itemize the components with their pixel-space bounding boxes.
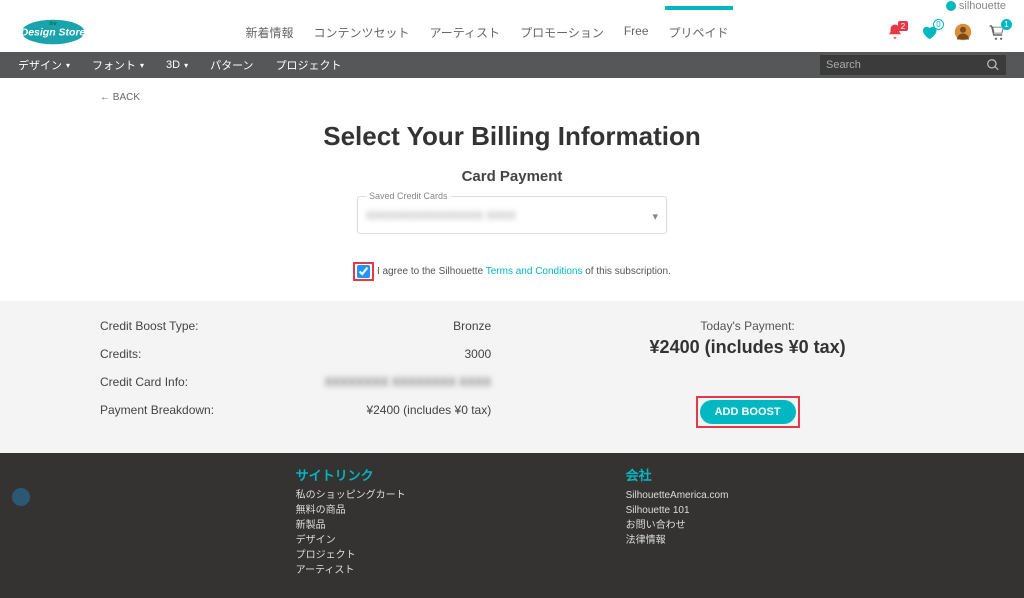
heart-icon[interactable]: 0 bbox=[920, 23, 938, 41]
nav-artist[interactable]: アーティスト bbox=[430, 18, 501, 47]
row-key: Credits: bbox=[100, 347, 280, 361]
row-val: 3000 bbox=[280, 347, 531, 361]
saved-cards-legend: Saved Credit Cards bbox=[366, 191, 451, 201]
brand-dot-icon bbox=[946, 1, 956, 11]
chevron-down-icon: ▾ bbox=[652, 210, 658, 223]
terms-link[interactable]: Terms and Conditions bbox=[486, 266, 583, 277]
nav-new[interactable]: 新着情報 bbox=[245, 18, 293, 47]
search-box[interactable] bbox=[820, 55, 1006, 75]
svg-text:Design Store: Design Store bbox=[21, 27, 86, 39]
heart-badge: 0 bbox=[933, 19, 944, 30]
saved-cards-field[interactable]: Saved Credit Cards XXXXXXXXXXXXXXXX XXXX… bbox=[357, 191, 667, 234]
footer-link[interactable]: デザイン bbox=[296, 533, 406, 548]
page-subtitle: Card Payment bbox=[100, 168, 924, 185]
footer-link[interactable]: SilhouetteAmerica.com bbox=[626, 488, 729, 503]
footer-link[interactable]: アーティスト bbox=[296, 563, 406, 578]
subnav-font[interactable]: フォント▾ bbox=[92, 57, 144, 73]
today-amount: ¥2400 (includes ¥0 tax) bbox=[571, 337, 924, 358]
summary-band: Credit Boost Type:Bronze Credits:3000 Cr… bbox=[0, 301, 1024, 453]
add-boost-highlight: ADD BOOST bbox=[696, 396, 800, 428]
header-icons: 2 0 1 bbox=[886, 23, 1006, 41]
subnav-3d[interactable]: 3D▾ bbox=[166, 59, 188, 71]
add-boost-button[interactable]: ADD BOOST bbox=[700, 400, 796, 424]
back-link[interactable]: ← BACK bbox=[100, 92, 924, 103]
agree-row: I agree to the Silhouette Terms and Cond… bbox=[100, 262, 924, 281]
footer-link[interactable]: お問い合わせ bbox=[626, 518, 729, 533]
footer-link[interactable]: 法律情報 bbox=[626, 533, 729, 548]
avatar-icon[interactable] bbox=[954, 23, 972, 41]
sub-nav: デザイン▾ フォント▾ 3D▾ パターン プロジェクト bbox=[0, 52, 1024, 78]
row-val: Bronze bbox=[280, 319, 531, 333]
cart-icon[interactable]: 1 bbox=[988, 23, 1006, 41]
brand-silhouette[interactable]: silhouette bbox=[946, 0, 1006, 12]
subnav-pattern[interactable]: パターン bbox=[210, 57, 253, 73]
logo-icon: Design Store the bbox=[18, 15, 88, 49]
brand-text: silhouette bbox=[959, 0, 1006, 12]
nav-promotion[interactable]: プロモーション bbox=[520, 18, 604, 47]
footer-link[interactable]: プロジェクト bbox=[296, 548, 406, 563]
agree-checkbox[interactable] bbox=[357, 265, 370, 278]
chevron-down-icon: ▾ bbox=[140, 61, 144, 70]
footer-left-title: サイトリンク bbox=[296, 465, 406, 484]
row-key: Payment Breakdown: bbox=[100, 403, 280, 417]
agree-checkbox-highlight bbox=[353, 262, 374, 281]
logo-design-store[interactable]: Design Store the bbox=[18, 15, 88, 49]
subnav-project[interactable]: プロジェクト bbox=[276, 57, 342, 73]
chevron-down-icon: ▾ bbox=[66, 61, 70, 70]
main-nav: 新着情報 コンテンツセット アーティスト プロモーション Free プリペイド bbox=[112, 18, 862, 47]
bell-badge: 2 bbox=[898, 21, 908, 31]
saved-cards-value: XXXXXXXXXXXXXXXX XXXX bbox=[366, 210, 516, 222]
summary-row: Credit Card Info:XXXXXXXX XXXXXXXX XXXX bbox=[100, 375, 531, 389]
agree-text-prefix: I agree to the Silhouette bbox=[377, 266, 486, 277]
search-input[interactable] bbox=[826, 59, 986, 71]
summary-row: Credit Boost Type:Bronze bbox=[100, 319, 531, 333]
row-val: ¥2400 (includes ¥0 tax) bbox=[280, 403, 531, 417]
row-key: Credit Boost Type: bbox=[100, 319, 280, 333]
footer-right-title: 会社 bbox=[626, 465, 729, 484]
footer: サイトリンク 私のショッピングカート 無料の商品 新製品 デザイン プロジェクト… bbox=[0, 453, 1024, 598]
svg-text:the: the bbox=[49, 21, 56, 27]
page-title: Select Your Billing Information bbox=[100, 121, 924, 152]
help-bubble-icon[interactable] bbox=[12, 488, 30, 506]
chevron-down-icon: ▾ bbox=[184, 61, 188, 70]
nav-free[interactable]: Free bbox=[624, 18, 649, 47]
nav-prepaid[interactable]: プリペイド bbox=[669, 18, 729, 47]
nav-contents[interactable]: コンテンツセット bbox=[313, 18, 409, 47]
row-val: XXXXXXXX XXXXXXXX XXXX bbox=[280, 375, 531, 389]
footer-link[interactable]: 新製品 bbox=[296, 518, 406, 533]
agree-text-suffix: of this subscription. bbox=[582, 266, 670, 277]
cart-badge: 1 bbox=[1001, 19, 1012, 30]
footer-link[interactable]: 私のショッピングカート bbox=[296, 488, 406, 503]
subnav-design[interactable]: デザイン▾ bbox=[18, 57, 70, 73]
today-label: Today's Payment: bbox=[571, 319, 924, 333]
summary-row: Payment Breakdown:¥2400 (includes ¥0 tax… bbox=[100, 403, 531, 417]
summary-row: Credits:3000 bbox=[100, 347, 531, 361]
bell-icon[interactable]: 2 bbox=[886, 23, 904, 41]
row-key: Credit Card Info: bbox=[100, 375, 280, 389]
search-icon bbox=[986, 58, 1000, 72]
